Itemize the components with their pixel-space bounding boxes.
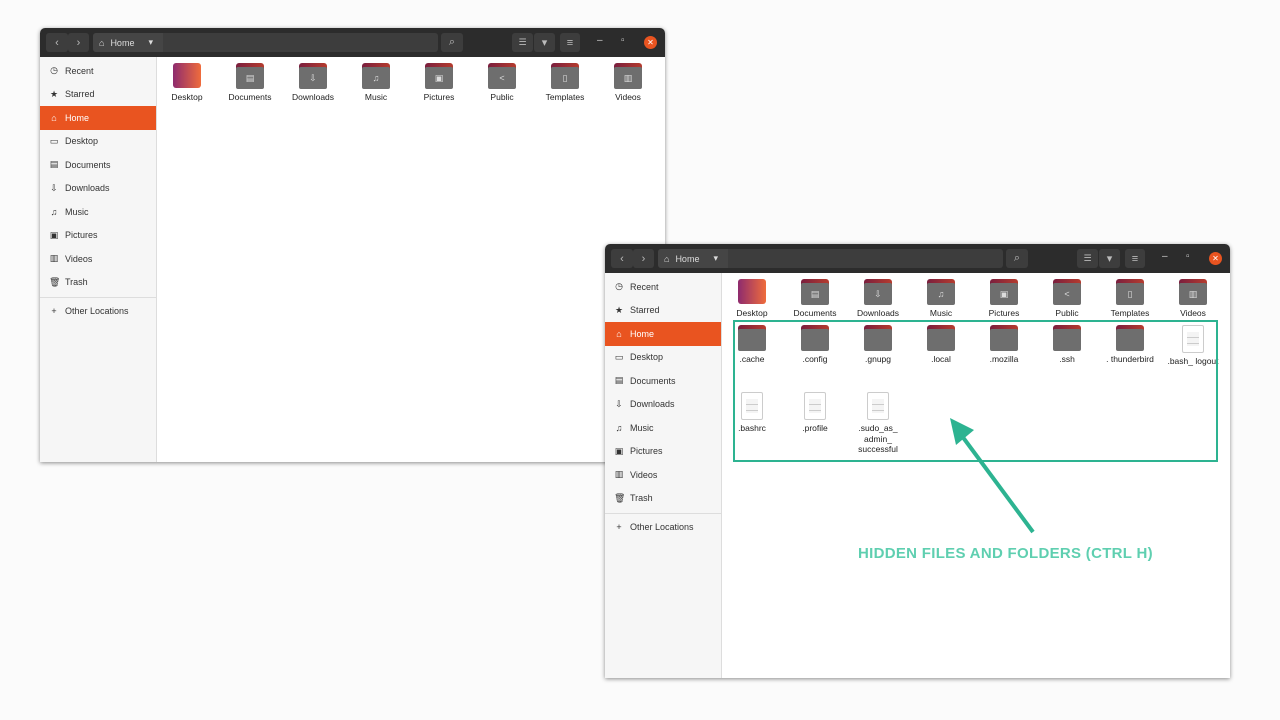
annotation-label: HIDDEN FILES AND FOLDERS (CTRL H) [858, 545, 1153, 562]
arrow-icon [950, 418, 1035, 534]
